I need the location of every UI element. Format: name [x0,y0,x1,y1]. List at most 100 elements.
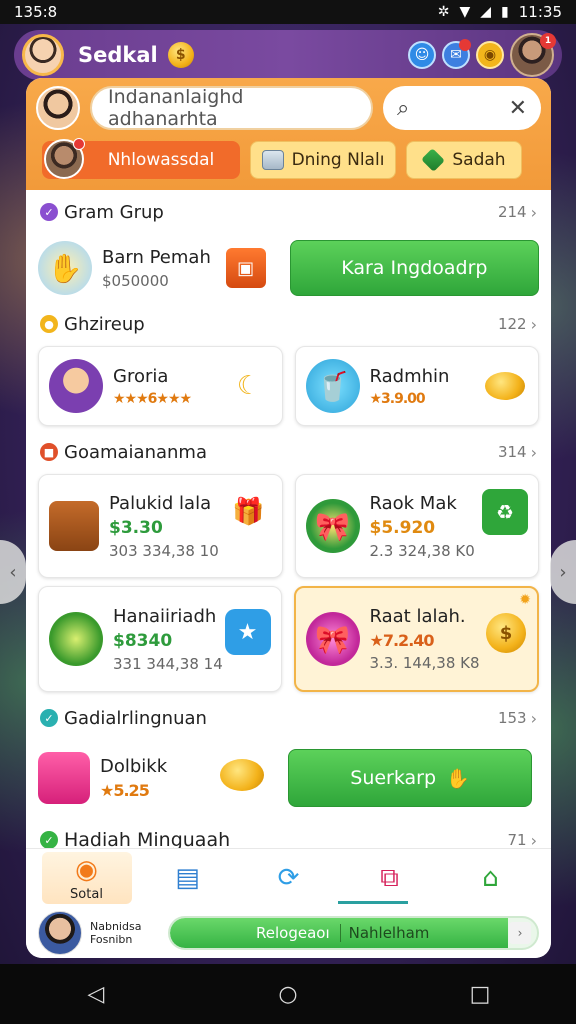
progress-bar[interactable]: Relogeaoı Nahlelham › [168,916,539,950]
nav-item-2[interactable]: ⟳ [244,852,334,904]
progress-label: Relogeaoı [256,924,330,942]
gift-icon: 🎁 [232,497,265,527]
moon-icon: ☾ [236,371,261,401]
section-title: Gram Grup [64,201,164,223]
refresh-icon: ⟳ [277,863,300,893]
bluetooth-icon: ✲ [437,4,450,20]
item-name: Hanaiiriadh [113,605,217,627]
nav-item-0[interactable]: ◉ Sotal [41,852,132,904]
item-name: Groria [113,365,169,387]
username: Sedkal [78,43,158,67]
crop-icon: ⧉ [380,862,399,893]
item-name: Barn Pemah [102,246,211,268]
list-item: Dolbikk ★5.25 Suerkarp ✋ [38,740,539,816]
chevron-right-icon: › [530,708,537,728]
item-card[interactable]: Palukid lala $3.30 303 334,38 10 🎁 [38,474,283,578]
item-name: Radmhin [369,365,450,387]
messages-button[interactable]: ✉ [442,39,471,69]
section-count: 214 [497,203,527,221]
bow-icon: 🎀 [305,612,360,666]
notification-badge: 1 [540,33,556,49]
profile-progress-bar: Nabnidsa Fosnibn Relogeaoı Nahlelham › [26,907,551,958]
people-icon: ☺ [414,47,430,63]
home-circle-icon[interactable]: ○ [268,982,308,1007]
hand-coin-icon: ✋ [38,241,92,295]
status-clock: 11:35 [518,3,562,21]
item-card[interactable]: 🥤 Radmhin ★3.9.00 [294,346,539,426]
header-avatar[interactable] [36,86,80,130]
user-avatar[interactable] [22,34,64,76]
item-price: $5.920 [369,517,436,538]
item-card[interactable]: Hanaiiriadh $8340 331 344,38 14 ★ [38,586,282,692]
coins-button[interactable]: ◉ [476,41,504,69]
search-icon[interactable]: ⌕ [397,96,409,121]
item-price: ★7.2.40 [369,631,435,650]
tab-2[interactable]: Sadah [406,141,522,179]
notification-dot [459,39,471,51]
tab-label: Nhlowassdal [107,150,215,170]
coins-stack-icon [220,759,264,797]
section-header[interactable]: ■ Goamaiananma 314 › [38,430,539,474]
profile-name: Nabnidsa Fosnibn [90,919,142,946]
close-icon[interactable]: ✕ [509,96,527,121]
item-name: Palukid lala [109,492,212,514]
chest-icon: ▣ [225,248,266,288]
section-header[interactable]: ✓ Gadialrlingnuan 153 › [38,696,539,740]
card-row: Groria ★★★6★★★ ☾ 🥤 Radmhin ★3.9.00 [38,346,539,426]
nav-item-1[interactable]: ▤ [143,852,233,904]
tag-icon: ■ [40,443,58,461]
item-price: $050000 [102,271,169,290]
chevron-right-icon: › [530,830,537,850]
tab-0[interactable]: Nhlowassdal [42,138,240,179]
recycle-icon: ♻ [482,489,528,535]
cup-icon: 🥤 [305,359,360,413]
gift-icon: ◉ [75,854,98,885]
item-name: Dolbikk [100,756,168,777]
expand-icon[interactable]: › [509,922,531,944]
item-card-highlighted[interactable]: 🎀 Raat lalah. ★7.2.40 3.3. 144,38 K8 $ ✹ [293,586,539,692]
chevron-right-icon: › [530,314,537,334]
section-title: Goamaiananma [64,441,207,463]
gift-box-icon [38,752,90,804]
inbox-icon: ▤ [175,863,200,893]
recents-icon[interactable]: □ [460,982,500,1007]
wifi-icon: ▼ [459,4,471,20]
tab-1[interactable]: Dning Nlalı [250,141,396,179]
item-stock: 303 334,38 10 [109,541,219,560]
section-header[interactable]: ✓ Gram Grup 214 › [38,190,539,234]
friends-button[interactable]: ☺ [408,41,436,69]
section-count: 122 [497,315,527,333]
coin-icon: $ [483,610,529,656]
action-button[interactable]: Kara Ingdoadrp [289,240,539,296]
item-stock: 2.3 324,38 K0 [369,541,475,560]
box-icon [261,150,284,170]
avatar[interactable] [38,911,82,955]
check-icon: ✓ [40,831,58,849]
home-icon: ⌂ [482,863,499,893]
item-card[interactable]: Groria ★★★6★★★ ☾ [38,346,283,426]
item-price: $8340 [113,630,173,651]
pot-icon [49,612,103,666]
nav-item-4[interactable]: ⌂ [446,852,536,904]
chevron-right-icon: › [530,442,537,462]
character-avatar [49,359,103,413]
search-input[interactable]: Indananlaighd adhanarhta [90,86,373,130]
coins-icon [482,363,528,409]
section-count: 71 [507,831,527,849]
tab-label: Dning Nlalı [291,150,385,170]
item-stock: 3.3. 144,38 K8 [369,654,480,672]
back-icon[interactable]: ◁ [76,982,116,1007]
section-header[interactable]: ● Ghzireup 122 › [38,302,539,346]
system-nav-bar: ◁ ○ □ [0,964,576,1024]
action-button[interactable]: Suerkarp ✋ [288,749,532,807]
gem-icon [421,148,446,172]
item-price: ★5.25 [100,781,150,800]
status-time: 135:8 [14,3,58,21]
nav-item-3[interactable]: ⧉ [345,852,435,904]
coin-icon: ● [40,315,58,333]
item-card[interactable]: 🎀 Raok Mak $5.920 2.3 324,38 K0 ♻ [294,474,539,578]
search-actions: ⌕ ✕ [383,86,541,130]
check-icon: ✓ [40,709,58,727]
friend-avatar[interactable]: 1 [510,33,556,77]
hand-icon: ✋ [446,767,470,790]
